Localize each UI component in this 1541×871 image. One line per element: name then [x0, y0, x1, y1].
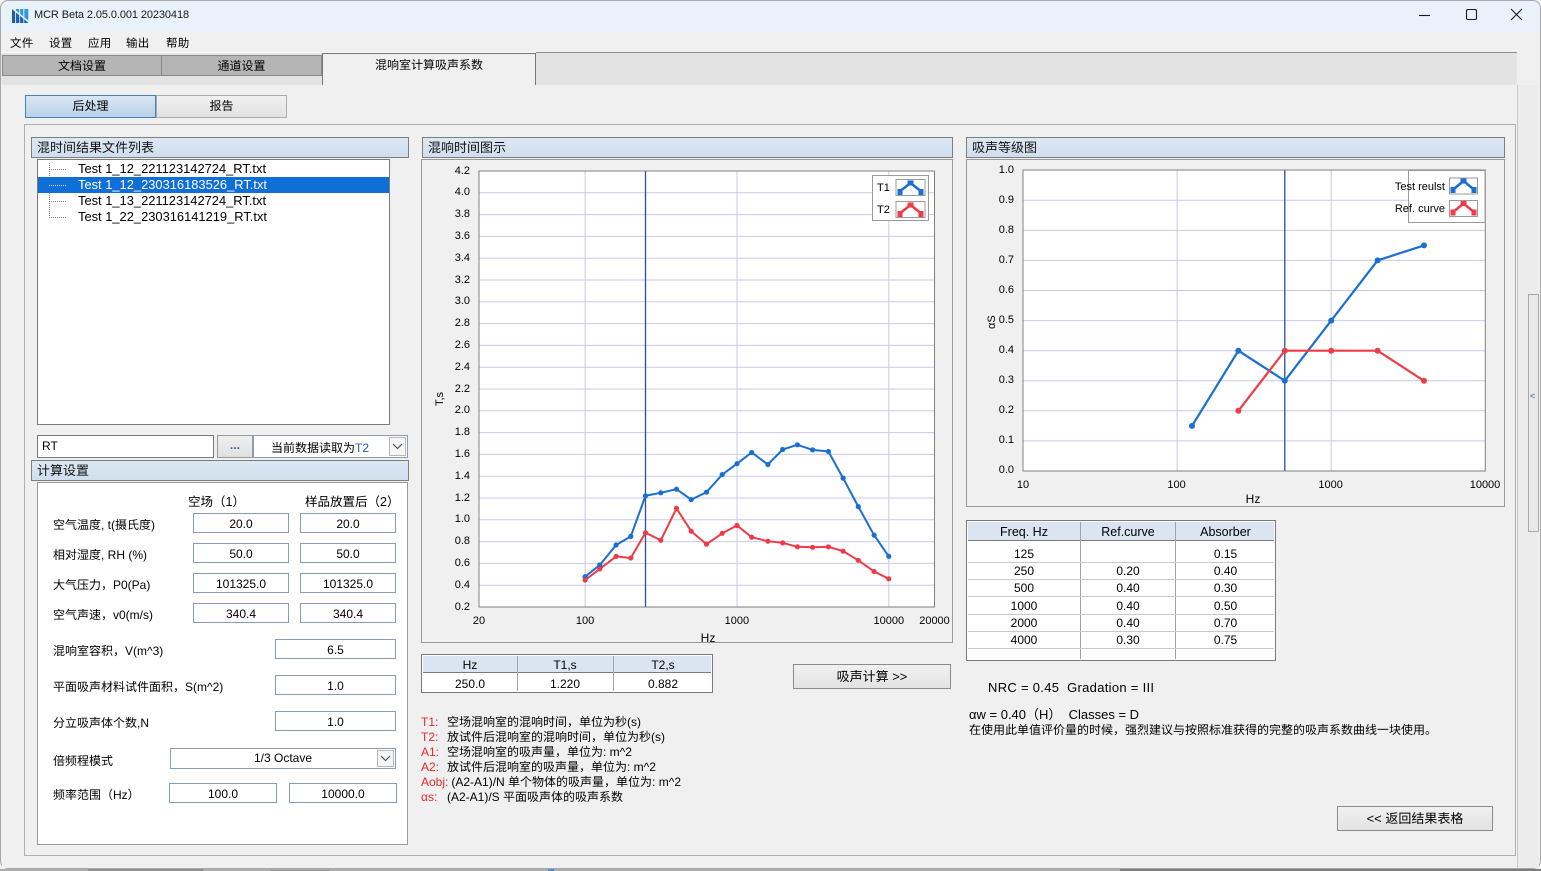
svg-text:T2: T2 — [877, 204, 890, 216]
svg-text:T1: T1 — [877, 182, 890, 194]
svg-text:Test reulst: Test reulst — [1395, 181, 1445, 193]
svg-text:Ref. curve: Ref. curve — [1395, 203, 1445, 215]
